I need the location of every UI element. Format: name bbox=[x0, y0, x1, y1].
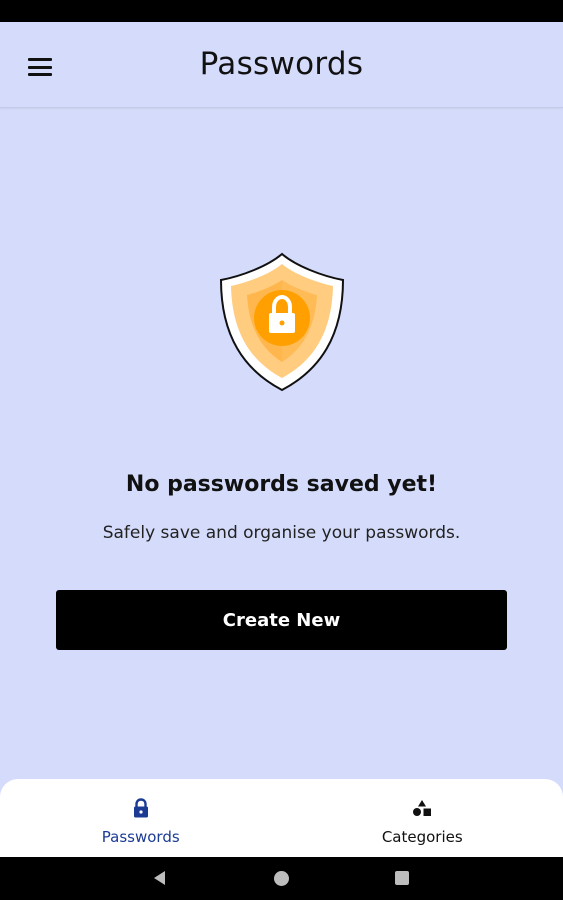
recents-square-icon[interactable] bbox=[395, 871, 409, 885]
nav-item-passwords[interactable]: Passwords bbox=[0, 779, 282, 857]
nav-label-categories: Categories bbox=[381, 828, 463, 846]
create-new-button[interactable]: Create New bbox=[56, 590, 507, 650]
page-title: Passwords bbox=[199, 46, 364, 82]
system-navigation-bar bbox=[0, 857, 563, 900]
nav-item-categories[interactable]: Categories bbox=[282, 779, 563, 857]
app-bar: Passwords bbox=[0, 22, 563, 108]
bottom-navigation: Passwords Categories bbox=[0, 779, 563, 857]
home-circle-icon[interactable] bbox=[274, 871, 289, 886]
nav-label-passwords: Passwords bbox=[101, 828, 180, 846]
back-triangle-icon[interactable] bbox=[152, 870, 168, 886]
empty-state-title: No passwords saved yet! bbox=[125, 472, 438, 497]
status-bar bbox=[0, 0, 563, 22]
lock-icon bbox=[130, 797, 152, 819]
shapes-icon bbox=[411, 797, 433, 819]
shield-lock-icon bbox=[219, 252, 345, 392]
empty-state-subtitle: Safely save and organise your passwords. bbox=[102, 523, 461, 543]
